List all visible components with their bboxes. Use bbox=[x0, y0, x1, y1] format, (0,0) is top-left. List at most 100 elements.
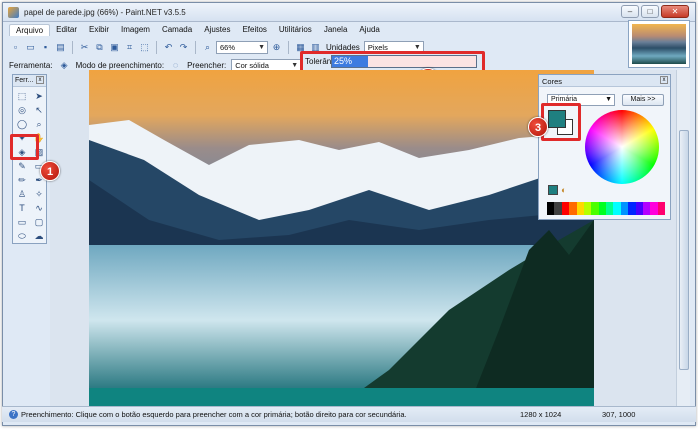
step-badge-3: 3 bbox=[528, 117, 548, 137]
move-icon[interactable]: ➤ bbox=[32, 90, 46, 102]
palette-swatch[interactable] bbox=[635, 202, 643, 215]
menu-utilitarios[interactable]: Utilitários bbox=[273, 24, 318, 35]
open-file-icon[interactable]: ▭ bbox=[24, 41, 37, 54]
image-thumbnail[interactable] bbox=[628, 20, 690, 68]
menu-ajuda[interactable]: Ajuda bbox=[353, 24, 385, 35]
fill-mode-label: Modo de preenchimento: bbox=[75, 60, 165, 70]
close-icon[interactable]: x bbox=[36, 76, 44, 84]
chevron-down-icon: ▼ bbox=[291, 61, 299, 69]
color-palette[interactable] bbox=[547, 202, 665, 215]
separator bbox=[156, 41, 157, 54]
palette-swatch[interactable] bbox=[598, 202, 606, 215]
cut-icon[interactable]: ✂ bbox=[78, 41, 91, 54]
palette-swatch[interactable] bbox=[583, 202, 592, 215]
redo-icon[interactable]: ↷ bbox=[177, 41, 190, 54]
freeform-shape-icon[interactable]: ☁ bbox=[32, 230, 46, 242]
paintbrush-icon[interactable]: ✎ bbox=[15, 160, 29, 172]
rounded-rectangle-icon[interactable]: ▢ bbox=[32, 216, 46, 228]
canvas-image[interactable] bbox=[89, 70, 594, 406]
status-bar: ? Preenchimento: Clique com o botão esqu… bbox=[2, 406, 696, 422]
maximize-button[interactable]: □ bbox=[641, 5, 659, 18]
menu-bar: Arquivo Editar Exibir Imagem Camada Ajus… bbox=[3, 22, 628, 37]
move-selection-icon[interactable]: ↖ bbox=[32, 104, 46, 116]
zoom-icon[interactable]: ⌕ bbox=[201, 41, 214, 54]
highlight-paint-bucket bbox=[10, 134, 39, 160]
fill-value: Cor sólida bbox=[235, 60, 269, 70]
color-wheel[interactable] bbox=[585, 110, 659, 184]
color-mode-value: Primária bbox=[551, 96, 578, 103]
pencil-icon[interactable]: ✏ bbox=[15, 174, 29, 186]
close-icon[interactable]: x bbox=[660, 76, 668, 84]
colors-panel: Cores x Primária ▼ Mais >> ◐ bbox=[538, 74, 671, 220]
menu-editar[interactable]: Editar bbox=[50, 24, 83, 35]
palette-swatch[interactable] bbox=[576, 202, 584, 215]
app-icon bbox=[8, 7, 19, 18]
window-title: papel de parede.jpg (66%) - Paint.NET v3… bbox=[24, 8, 186, 17]
deselect-icon[interactable]: ⬚ bbox=[138, 41, 151, 54]
palette-swatch[interactable] bbox=[650, 202, 658, 215]
close-button[interactable]: ✕ bbox=[661, 5, 689, 18]
menu-exibir[interactable]: Exibir bbox=[83, 24, 115, 35]
ellipse-icon[interactable]: ⬭ bbox=[15, 230, 29, 242]
clone-stamp-icon[interactable]: ♙ bbox=[15, 188, 29, 200]
palette-swatch[interactable] bbox=[628, 202, 636, 215]
step-badge-1: 1 bbox=[40, 161, 60, 181]
cursor-position: 307, 1000 bbox=[602, 410, 636, 419]
separator bbox=[72, 41, 73, 54]
crop-icon[interactable]: ⌗ bbox=[123, 41, 136, 54]
undo-icon[interactable]: ↶ bbox=[162, 41, 175, 54]
tools-panel-header: Ferr... x bbox=[13, 75, 46, 87]
fill-label: Preencher: bbox=[187, 60, 227, 70]
palette-swatch[interactable] bbox=[606, 202, 614, 215]
chevron-down-icon: ▼ bbox=[605, 96, 612, 103]
minimize-button[interactable]: – bbox=[621, 5, 639, 18]
print-icon[interactable]: ▤ bbox=[54, 41, 67, 54]
menu-ajustes[interactable]: Ajustes bbox=[198, 24, 236, 35]
zoom-in-icon[interactable]: ⊕ bbox=[270, 41, 283, 54]
menu-efeitos[interactable]: Efeitos bbox=[236, 24, 272, 35]
image-size: 1280 x 1024 bbox=[520, 410, 562, 419]
title-bar: papel de parede.jpg (66%) - Paint.NET v3… bbox=[3, 3, 695, 22]
recent-color-swatch[interactable] bbox=[548, 185, 558, 195]
separator bbox=[288, 41, 289, 54]
palette-swatch[interactable] bbox=[569, 202, 577, 215]
landscape-photo bbox=[89, 70, 594, 406]
zoom-tool-icon[interactable]: ⌕ bbox=[32, 118, 46, 130]
help-icon: ? bbox=[9, 410, 18, 419]
palette-swatch[interactable] bbox=[547, 202, 555, 215]
palette-swatch[interactable] bbox=[591, 202, 599, 215]
paste-icon[interactable]: ▣ bbox=[108, 41, 121, 54]
copy-icon[interactable]: ⧉ bbox=[93, 41, 106, 54]
tools-panel-title: Ferr... bbox=[15, 77, 34, 84]
vertical-scrollbar[interactable] bbox=[676, 70, 690, 408]
rectangle-icon[interactable]: ▭ bbox=[15, 216, 29, 228]
ellipse-select-icon[interactable]: ◯ bbox=[15, 118, 29, 130]
palette-swatch[interactable] bbox=[554, 202, 562, 215]
line-curve-icon[interactable]: ∿ bbox=[32, 202, 46, 214]
lasso-icon[interactable]: ◎ bbox=[15, 104, 29, 116]
recolor-icon[interactable]: ✧ bbox=[32, 188, 46, 200]
chevron-down-icon: ▼ bbox=[258, 44, 265, 51]
palette-icon[interactable]: ◐ bbox=[561, 185, 566, 195]
save-icon[interactable]: ▪ bbox=[39, 41, 52, 54]
palette-swatch[interactable] bbox=[657, 202, 665, 215]
colors-panel-header: Cores x bbox=[539, 75, 670, 87]
menu-imagem[interactable]: Imagem bbox=[115, 24, 156, 35]
palette-swatch[interactable] bbox=[642, 202, 651, 215]
separator bbox=[195, 41, 196, 54]
menu-janela[interactable]: Janela bbox=[318, 24, 354, 35]
menu-arquivo[interactable]: Arquivo bbox=[9, 23, 51, 36]
colors-panel-title: Cores bbox=[542, 77, 563, 86]
tool-label: Ferramenta: bbox=[9, 60, 53, 70]
zoom-value: 66% bbox=[220, 43, 236, 52]
text-icon[interactable]: T bbox=[15, 202, 29, 214]
zoom-select[interactable]: 66% ▼ bbox=[216, 41, 268, 54]
new-file-icon[interactable]: ▫ bbox=[9, 41, 22, 54]
palette-swatch[interactable] bbox=[613, 202, 621, 215]
palette-swatch[interactable] bbox=[561, 202, 570, 215]
palette-swatch[interactable] bbox=[620, 202, 629, 215]
rect-select-icon[interactable]: ⬚ bbox=[15, 90, 29, 102]
scrollbar-thumb[interactable] bbox=[679, 130, 689, 370]
menu-camada[interactable]: Camada bbox=[156, 24, 198, 35]
more-button[interactable]: Mais >> bbox=[622, 94, 664, 106]
